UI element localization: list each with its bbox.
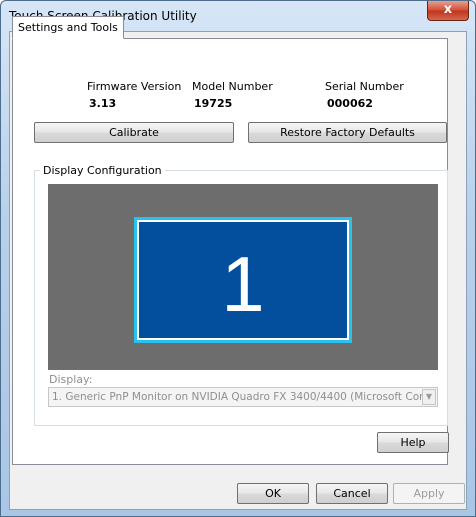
ok-button[interactable]: OK bbox=[237, 483, 309, 504]
monitor-number: 1 bbox=[221, 240, 265, 328]
restore-factory-defaults-button[interactable]: Restore Factory Defaults bbox=[248, 122, 447, 143]
chevron-down-icon[interactable]: ▼ bbox=[422, 389, 436, 405]
monitor-1-screen: 1 bbox=[137, 220, 349, 340]
display-configuration-label: Display Configuration bbox=[40, 164, 165, 177]
serial-info: Serial Number 000062 bbox=[325, 80, 404, 110]
model-info: Model Number 19725 bbox=[192, 80, 273, 110]
calibrate-button[interactable]: Calibrate bbox=[34, 122, 234, 143]
firmware-version-label: Firmware Version bbox=[87, 80, 182, 93]
display-select-label: Display: bbox=[49, 373, 93, 386]
cancel-button[interactable]: Cancel bbox=[316, 483, 388, 504]
firmware-info: Firmware Version 3.13 bbox=[87, 80, 181, 110]
model-number-value: 19725 bbox=[194, 97, 233, 110]
monitor-1-tile[interactable]: 1 bbox=[134, 217, 352, 343]
serial-number-label: Serial Number bbox=[325, 80, 404, 93]
apply-button[interactable]: Apply bbox=[393, 483, 465, 504]
help-button[interactable]: Help bbox=[377, 432, 449, 453]
tab-settings-and-tools[interactable]: Settings and Tools bbox=[12, 16, 124, 39]
display-select-value: 1. Generic PnP Monitor on NVIDIA Quadro … bbox=[52, 391, 438, 403]
model-number-label: Model Number bbox=[192, 80, 273, 93]
firmware-version-value: 3.13 bbox=[89, 97, 117, 110]
display-select[interactable]: 1. Generic PnP Monitor on NVIDIA Quadro … bbox=[48, 387, 438, 407]
serial-number-value: 000062 bbox=[327, 97, 373, 110]
close-button[interactable]: x bbox=[427, 1, 469, 21]
close-icon: x bbox=[443, 2, 453, 17]
